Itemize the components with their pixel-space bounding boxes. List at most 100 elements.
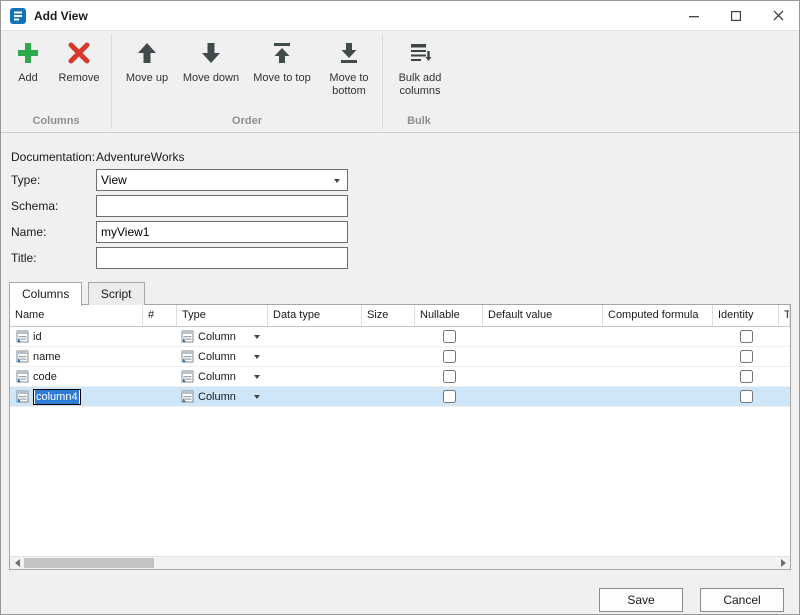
documentation-label: Documentation: xyxy=(11,150,96,164)
cancel-button[interactable]: Cancel xyxy=(700,588,784,612)
grid-header-name[interactable]: Name xyxy=(10,305,143,326)
column-icon xyxy=(181,390,194,403)
move-down-label: Move down xyxy=(183,72,239,85)
grid-header-size[interactable]: Size xyxy=(362,305,415,326)
tab-columns[interactable]: Columns xyxy=(9,282,82,306)
app-logo-icon xyxy=(9,7,27,25)
grid-header-title[interactable]: T xyxy=(779,305,790,326)
close-button[interactable] xyxy=(757,1,799,30)
ribbon-group-columns-label: Columns xyxy=(1,113,111,132)
column-icon xyxy=(16,390,29,403)
identity-checkbox[interactable] xyxy=(740,330,753,343)
minimize-button[interactable] xyxy=(673,1,715,30)
table-row[interactable]: code Column xyxy=(10,367,790,387)
nullable-checkbox[interactable] xyxy=(443,390,456,403)
type-combobox-value: View xyxy=(101,173,127,187)
identity-checkbox[interactable] xyxy=(740,350,753,363)
table-row[interactable]: name Column xyxy=(10,347,790,367)
move-to-bottom-button[interactable]: Move to bottom xyxy=(319,34,379,101)
scroll-right-button[interactable] xyxy=(776,557,790,569)
scroll-right-icon xyxy=(781,559,786,567)
grid-header-default[interactable]: Default value xyxy=(483,305,603,326)
move-up-button[interactable]: Move up xyxy=(117,34,177,88)
move-to-bottom-icon xyxy=(336,37,362,69)
title-input[interactable] xyxy=(96,247,348,269)
columns-grid-panel: Name # Type Data type Size Nullable Defa… xyxy=(9,304,791,570)
row-name: id xyxy=(33,331,42,343)
chevron-down-icon xyxy=(254,375,260,379)
bulk-add-columns-icon xyxy=(407,37,433,69)
ribbon-group-columns: Add Remove Columns xyxy=(1,31,111,132)
tab-script[interactable]: Script xyxy=(88,282,145,305)
window-title: Add View xyxy=(34,9,673,23)
view-form: Documentation: AdventureWorks Type: View… xyxy=(1,133,799,280)
documentation-value: AdventureWorks xyxy=(96,150,184,164)
ribbon: Add Remove Columns Move up xyxy=(1,31,799,133)
identity-checkbox[interactable] xyxy=(740,390,753,403)
grid-header-number[interactable]: # xyxy=(143,305,177,326)
row-type-dropdown[interactable]: Column xyxy=(177,367,268,386)
schema-input[interactable] xyxy=(96,195,348,217)
move-to-top-label: Move to top xyxy=(253,72,310,85)
add-view-dialog: Add View Add xyxy=(0,0,800,615)
grid-header-identity[interactable]: Identity xyxy=(713,305,779,326)
table-row[interactable]: id Column xyxy=(10,327,790,347)
column-icon xyxy=(16,330,29,343)
grid-header-type[interactable]: Type xyxy=(177,305,268,326)
close-icon xyxy=(773,10,784,21)
column-icon xyxy=(16,350,29,363)
row-type-dropdown[interactable]: Column xyxy=(177,387,268,406)
grid-header-datatype[interactable]: Data type xyxy=(268,305,362,326)
move-down-button[interactable]: Move down xyxy=(177,34,245,88)
horizontal-scrollbar[interactable] xyxy=(10,556,790,569)
hscrollbar-thumb[interactable] xyxy=(24,558,154,568)
minimize-icon xyxy=(689,11,699,21)
table-row-selected[interactable]: column4 Column xyxy=(10,387,790,407)
move-up-icon xyxy=(134,37,160,69)
column-icon xyxy=(16,370,29,383)
name-input[interactable] xyxy=(96,221,348,243)
add-button[interactable]: Add xyxy=(6,34,50,88)
column-icon xyxy=(181,330,194,343)
column-icon xyxy=(181,350,194,363)
remove-label: Remove xyxy=(59,72,100,85)
bulk-add-columns-label: Bulk add columns xyxy=(389,72,451,98)
move-to-bottom-label: Move to bottom xyxy=(320,72,378,98)
ribbon-group-order: Move up Move down Move to top xyxy=(112,31,382,132)
scroll-left-button[interactable] xyxy=(10,557,24,569)
chevron-down-icon xyxy=(334,179,340,183)
move-up-label: Move up xyxy=(126,72,168,85)
row-type-value: Column xyxy=(198,371,236,383)
grid-header-nullable[interactable]: Nullable xyxy=(415,305,483,326)
ribbon-group-bulk: Bulk add columns Bulk xyxy=(383,31,455,132)
maximize-icon xyxy=(731,11,741,21)
grid-header-formula[interactable]: Computed formula xyxy=(603,305,713,326)
scroll-left-icon xyxy=(15,559,20,567)
name-edit-selection: column4 xyxy=(35,390,79,404)
nullable-checkbox[interactable] xyxy=(443,350,456,363)
name-label: Name: xyxy=(11,225,96,239)
remove-icon xyxy=(67,37,91,69)
chevron-down-icon xyxy=(254,395,260,399)
maximize-button[interactable] xyxy=(715,1,757,30)
row-type-dropdown[interactable]: Column xyxy=(177,327,268,346)
column-icon xyxy=(181,370,194,383)
dialog-footer: Save Cancel xyxy=(1,588,799,612)
identity-checkbox[interactable] xyxy=(740,370,753,383)
row-type-value: Column xyxy=(198,331,236,343)
row-type-value: Column xyxy=(198,351,236,363)
ribbon-group-bulk-label: Bulk xyxy=(383,113,455,132)
ribbon-group-order-label: Order xyxy=(112,113,382,132)
row-type-dropdown[interactable]: Column xyxy=(177,347,268,366)
type-combobox[interactable]: View xyxy=(96,169,348,191)
remove-button[interactable]: Remove xyxy=(50,34,108,88)
nullable-checkbox[interactable] xyxy=(443,370,456,383)
bulk-add-columns-button[interactable]: Bulk add columns xyxy=(388,34,452,101)
move-to-top-button[interactable]: Move to top xyxy=(245,34,319,88)
name-edit-box[interactable]: column4 xyxy=(33,389,81,405)
schema-label: Schema: xyxy=(11,199,96,213)
nullable-checkbox[interactable] xyxy=(443,330,456,343)
type-label: Type: xyxy=(11,173,96,187)
titlebar: Add View xyxy=(1,1,799,31)
save-button[interactable]: Save xyxy=(599,588,683,612)
